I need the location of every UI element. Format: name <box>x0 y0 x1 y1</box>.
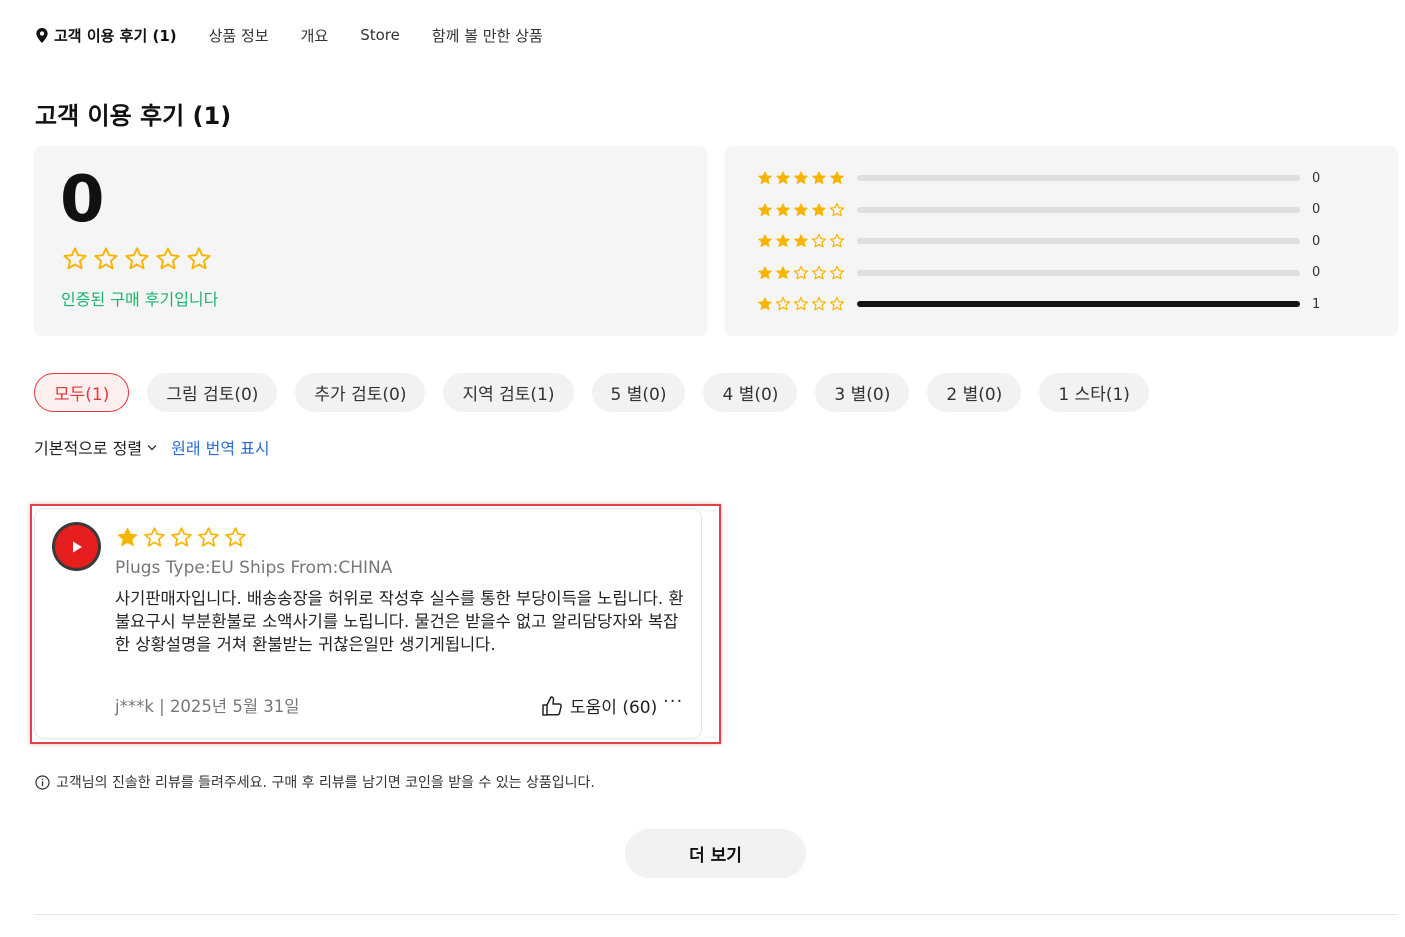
distribution-stars <box>757 233 845 249</box>
nav-item-overview[interactable]: 개요 <box>301 25 329 46</box>
filter-chip[interactable]: 4 별(0) <box>703 373 798 412</box>
sort-row: 기본적으로 정렬 원래 번역 표시 <box>34 435 270 459</box>
sort-label: 기본적으로 정렬 <box>34 439 143 458</box>
star-filled-icon <box>812 202 826 216</box>
notice-text: 고객님의 진솔한 리뷰를 들려주세요. 구매 후 리뷰를 남기면 코인을 받을 … <box>56 775 595 791</box>
star-filled-icon <box>830 171 844 185</box>
star-filled-icon <box>776 265 790 279</box>
distribution-row-5: 0 <box>757 170 1320 186</box>
star-empty-icon <box>94 247 118 270</box>
divider <box>34 914 1398 915</box>
distribution-bar <box>857 269 1300 276</box>
distribution-bar <box>857 238 1300 244</box>
filter-chip[interactable]: 모두(1) <box>34 373 130 412</box>
location-pin-icon <box>36 27 48 43</box>
distribution-stars <box>757 296 845 312</box>
distribution-count: 0 <box>1312 233 1321 249</box>
star-filled-icon <box>758 297 772 311</box>
filter-chip[interactable]: 3 별(0) <box>815 373 910 412</box>
star-filled-icon <box>794 202 808 216</box>
chevron-down-icon <box>147 444 157 450</box>
star-filled-icon <box>758 234 772 248</box>
star-empty-icon <box>811 296 827 311</box>
distribution-count: 1 <box>1312 296 1321 312</box>
star-empty-icon <box>811 233 827 248</box>
star-empty-icon <box>793 265 809 279</box>
distribution-bar <box>857 206 1300 213</box>
sort-dropdown[interactable]: 기본적으로 정렬 <box>34 435 157 459</box>
star-filled-icon <box>758 202 772 216</box>
star-empty-icon <box>829 233 845 248</box>
nav-item-product-info[interactable]: 상품 정보 <box>209 25 269 46</box>
star-filled-icon <box>758 265 772 279</box>
review-filters: 모두(1) 그림 검토(0) 추가 검토(0) 지역 검토(1) 5 별(0) 4 별(0… <box>34 373 1149 412</box>
nav-item-store[interactable]: Store <box>360 26 400 44</box>
distribution-bar <box>857 175 1300 181</box>
star-filled-icon <box>812 171 826 185</box>
star-empty-icon <box>187 247 211 270</box>
nav-item-label: 고객 이용 후기 (1) <box>54 26 177 45</box>
distribution-row-3: 0 <box>757 233 1320 249</box>
distribution-count: 0 <box>1312 202 1321 217</box>
star-filled-icon <box>776 171 790 185</box>
star-empty-icon <box>829 265 845 279</box>
distribution-row-2: 0 <box>757 265 1320 281</box>
distribution-row-4: 0 <box>757 202 1320 218</box>
info-icon <box>35 774 50 790</box>
distribution-count: 0 <box>1312 265 1321 280</box>
nav-item-related-products[interactable]: 함께 볼 만한 상품 <box>432 25 543 46</box>
star-empty-icon <box>125 247 149 270</box>
star-empty-icon <box>156 247 180 270</box>
filter-chip[interactable]: 그림 검토(0) <box>147 373 278 412</box>
filter-chip[interactable]: 2 별(0) <box>927 373 1022 412</box>
show-original-translation-link[interactable]: 원래 번역 표시 <box>171 435 270 459</box>
rating-summary: 0 인증된 구매 후기입니다 <box>34 146 707 336</box>
star-filled-icon <box>794 234 808 248</box>
distribution-row-1: 1 <box>757 296 1320 312</box>
filter-chip[interactable]: 지역 검토(1) <box>443 373 574 412</box>
distribution-stars <box>757 170 845 186</box>
star-filled-icon <box>794 171 808 185</box>
distribution-stars <box>757 202 845 218</box>
nav-item-reviews[interactable]: 고객 이용 후기 (1) <box>36 25 177 46</box>
filter-chip[interactable]: 1 스타(1) <box>1039 373 1149 412</box>
star-filled-icon <box>758 171 772 185</box>
distribution-count: 0 <box>1312 170 1321 186</box>
average-rating: 0 <box>60 163 105 237</box>
average-stars <box>62 246 212 272</box>
verified-purchase-label: 인증된 구매 후기입니다 <box>61 290 219 309</box>
highlight-box <box>30 504 721 744</box>
star-empty-icon <box>793 296 809 311</box>
section-title: 고객 이용 후기 (1) <box>35 102 232 130</box>
load-more-button[interactable]: 더 보기 <box>625 829 806 878</box>
rating-distribution: 0 0 0 0 1 <box>725 146 1398 336</box>
star-filled-icon <box>776 234 790 248</box>
review-notice: 고객님의 진솔한 리뷰를 들려주세요. 구매 후 리뷰를 남기면 코인을 받을 … <box>35 772 595 792</box>
star-empty-icon <box>811 265 827 279</box>
review-nav-tabs: 고객 이용 후기 (1) 상품 정보 개요 Store 함께 볼 만한 상품 <box>36 22 575 48</box>
distribution-bar-fill <box>857 301 1300 307</box>
distribution-bar <box>857 301 1300 307</box>
star-empty-icon <box>775 296 791 311</box>
filter-chip[interactable]: 5 별(0) <box>591 373 686 412</box>
star-empty-icon <box>63 247 87 270</box>
star-empty-icon <box>829 296 845 311</box>
star-empty-icon <box>829 202 845 216</box>
star-filled-icon <box>776 202 790 216</box>
filter-chip[interactable]: 추가 검토(0) <box>295 373 426 412</box>
distribution-stars <box>757 265 845 281</box>
